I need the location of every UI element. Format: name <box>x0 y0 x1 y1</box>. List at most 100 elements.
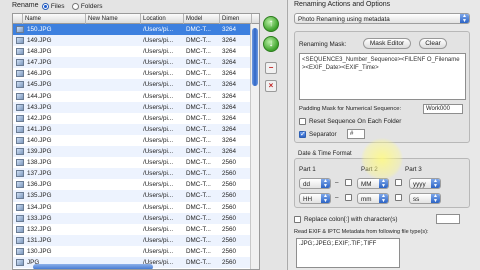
col-header-model[interactable]: Model <box>184 14 220 24</box>
image-file-icon <box>16 59 24 67</box>
col-header-location[interactable]: Location <box>141 14 184 24</box>
col-header-dimen[interactable]: Dimen <box>220 14 252 24</box>
table-row[interactable]: 145.JPG/Users/pi... DMC-T... 3264 <box>13 79 259 91</box>
time-part3-select[interactable]: ss ▲ ▼ <box>409 193 441 204</box>
move-down-button[interactable]: ↓ <box>263 36 279 52</box>
cell-new-name <box>86 168 141 179</box>
table-row[interactable]: 137.JPG/Users/pi... DMC-T... 2560 <box>13 168 259 180</box>
cell-dimen: 2560 <box>222 236 237 244</box>
padding-label: Padding Mask for Numerical Sequence: <box>299 106 402 112</box>
cell-location: /Users/pi... <box>143 203 174 211</box>
table-row[interactable]: 146.JPG/Users/pi... DMC-T... 3264 <box>13 68 259 79</box>
table-row[interactable]: 144.JPG/Users/pi... DMC-T... 3264 <box>13 91 259 102</box>
remove-selected-button[interactable]: − <box>265 62 277 74</box>
replace-colon-field[interactable] <box>436 214 460 224</box>
remove-all-button[interactable]: × <box>265 80 277 92</box>
separator-checkbox[interactable] <box>299 130 306 138</box>
part2-enable-checkbox[interactable] <box>345 179 352 186</box>
cell-name: 150.JPG <box>27 26 52 33</box>
cell-new-name <box>86 146 141 157</box>
table-row[interactable]: 136.JPG/Users/pi... DMC-T... 2560 <box>13 179 259 190</box>
radio-files[interactable]: Files <box>42 3 65 10</box>
move-up-button[interactable]: ↑ <box>263 16 279 32</box>
cell-name: 139.JPG <box>27 148 52 156</box>
cell-name: 134.JPG <box>27 203 52 211</box>
part1-select-value: dd <box>303 181 311 188</box>
table-row[interactable]: 130.JPG/Users/pi... DMC-T... 2560 <box>13 246 259 257</box>
radio-folders-label: Folders <box>80 3 103 11</box>
cell-new-name <box>86 68 141 79</box>
cell-location: /Users/pi... <box>143 225 174 233</box>
time-part1-select[interactable]: HH ▲ ▼ <box>299 193 331 204</box>
table-row[interactable]: 139.JPG/Users/pi... DMC-T... 3264 <box>13 146 259 158</box>
cell-model: DMC-T... <box>186 181 211 189</box>
cell-dimen: 3264 <box>222 136 237 144</box>
cell-model: DMC-T... <box>186 148 211 156</box>
mask-text-area[interactable]: <SEQUENCE3_Number_Sequence><FILENF O_Fil… <box>299 53 466 100</box>
radio-files-indicator[interactable] <box>42 3 49 10</box>
cell-location: /Users/pi... <box>143 26 174 33</box>
horizontal-scroll-thumb[interactable] <box>33 264 153 269</box>
cell-new-name <box>86 190 141 201</box>
image-file-icon <box>16 92 24 100</box>
cell-new-name <box>86 91 141 102</box>
replace-colon-checkbox[interactable] <box>294 216 301 223</box>
table-row[interactable]: 140.JPG/Users/pi... DMC-T... 3264 <box>13 135 259 146</box>
part1-select[interactable]: dd ▲ ▼ <box>299 178 331 189</box>
mask-editor-button[interactable]: Mask Editor <box>363 38 411 49</box>
cell-location: /Users/pi... <box>143 170 174 178</box>
table-row[interactable]: 133.JPG/Users/pi... DMC-T... 2560 <box>13 212 259 224</box>
vertical-scroll-thumb[interactable] <box>252 28 258 86</box>
table-row[interactable]: 138.JPG/Users/pi... DMC-T... 2560 <box>13 157 259 168</box>
part2-select[interactable]: MM ▲ ▼ <box>357 178 389 189</box>
table-row[interactable]: 135.JPG/Users/pi... DMC-T... 2560 <box>13 190 259 202</box>
image-file-icon <box>16 247 24 255</box>
time-part2-enable-checkbox[interactable] <box>345 194 352 201</box>
time-part3-enable-checkbox[interactable] <box>395 194 402 201</box>
cell-name: 135.JPG <box>27 192 52 200</box>
cell-location: /Users/pi... <box>143 37 174 45</box>
table-row[interactable]: 149.JPG/Users/pi... DMC-T... 3264 <box>13 35 259 47</box>
cell-location: /Users/pi... <box>143 103 174 111</box>
cell-dimen: 2560 <box>222 247 237 255</box>
preset-select[interactable]: Photo Renaming using metadata ▲ ▼ <box>294 13 470 24</box>
image-file-icon <box>16 181 24 189</box>
table-row[interactable]: 141.JPG/Users/pi... DMC-T... 3264 <box>13 123 259 135</box>
cell-name: 132.JPG <box>27 225 52 233</box>
padding-field[interactable]: Work000 <box>423 104 463 114</box>
separator-field[interactable]: # <box>347 129 365 139</box>
cell-name: 141.JPG <box>27 125 52 133</box>
reset-sequence-checkbox[interactable] <box>299 118 306 125</box>
cell-location: /Users/pi... <box>143 181 174 189</box>
vertical-scrollbar[interactable] <box>250 24 259 269</box>
col-header-new-name[interactable]: New Name <box>86 14 141 24</box>
file-table[interactable]: Name New Name Location Model Dimen 150.J… <box>12 13 260 270</box>
table-row[interactable]: 142.JPG/Users/pi... DMC-T... 3264 <box>13 113 259 124</box>
table-row[interactable]: 131.JPG/Users/pi... DMC-T... 2560 <box>13 234 259 246</box>
part3-label: Part 3 <box>405 166 422 173</box>
image-file-icon <box>16 26 24 33</box>
table-row[interactable]: 134.JPG/Users/pi... DMC-T... 2560 <box>13 202 259 213</box>
cell-name: 144.JPG <box>27 92 52 100</box>
panel-title: Renaming Actions and Options <box>294 1 391 8</box>
time-part2-select[interactable]: mm ▲ ▼ <box>357 193 389 204</box>
chevron-updown-icon: ▲ ▼ <box>321 194 330 203</box>
clear-button[interactable]: Clear <box>419 38 447 49</box>
cell-name: 130.JPG <box>27 247 52 255</box>
part3-enable-checkbox[interactable] <box>395 179 402 186</box>
cell-location: /Users/pi... <box>143 59 174 67</box>
file-types-field[interactable]: .JPG;.JPEG;.EXIF;.TIF;.TIFF <box>296 238 400 268</box>
table-row[interactable]: 150.JPG/Users/pi... DMC-T... 3264 <box>13 24 259 36</box>
table-row[interactable]: 147.JPG/Users/pi... DMC-T... 3264 <box>13 57 259 69</box>
table-row[interactable]: 132.JPG/Users/pi... DMC-T... 2560 <box>13 224 259 235</box>
table-row[interactable]: 148.JPG/Users/pi... DMC-T... 3264 <box>13 46 259 57</box>
part1-label: Part 1 <box>299 166 316 173</box>
radio-folders-indicator[interactable] <box>72 3 79 10</box>
table-row[interactable]: 143.JPG/Users/pi... DMC-T... 3264 <box>13 101 259 113</box>
cell-model: DMC-T... <box>186 170 211 178</box>
cell-dimen: 3264 <box>222 125 237 133</box>
part3-select[interactable]: yyyy ▲ ▼ <box>409 178 441 189</box>
cell-model: DMC-T... <box>186 236 211 244</box>
radio-folders[interactable]: Folders <box>72 3 103 10</box>
col-header-name[interactable]: Name <box>23 14 86 24</box>
